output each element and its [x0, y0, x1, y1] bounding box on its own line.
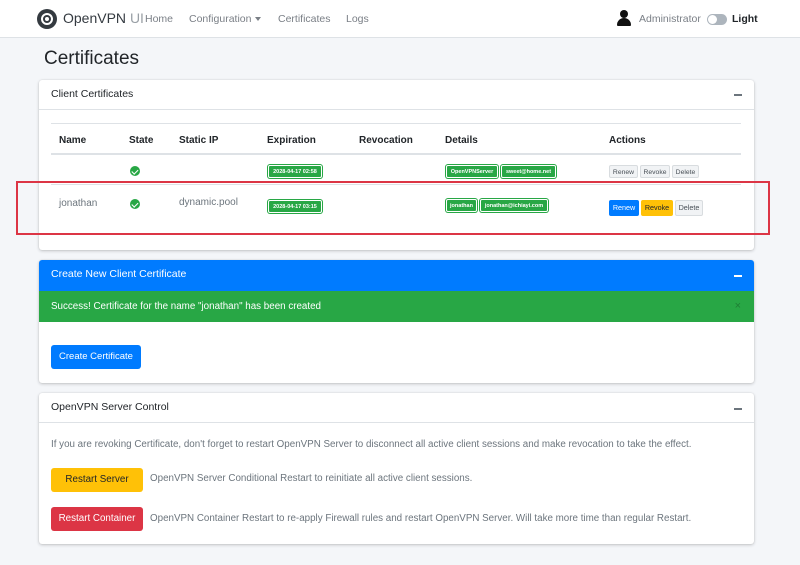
restart-container-button[interactable]: Restart Container: [51, 507, 143, 531]
revocation-note: If you are revoking Certificate, don't f…: [51, 439, 692, 450]
user-name[interactable]: Administrator: [639, 13, 701, 25]
brand-name[interactable]: OpenVPN UI: [63, 10, 144, 26]
client-certificates-title: Client Certificates: [51, 88, 134, 100]
restart-server-description: OpenVPN Server Conditional Restart to re…: [150, 473, 473, 484]
success-alert: Success! Certificate for the name "jonat…: [39, 291, 754, 322]
user-icon[interactable]: [617, 10, 631, 26]
create-certificate-card: Create New Client Certificate Success! C…: [39, 260, 754, 383]
details-cn-badge: OpenVPNServer: [446, 165, 498, 178]
theme-toggle[interactable]: [707, 14, 727, 25]
expiration-badge: 2028-04-17 02:58: [268, 165, 322, 178]
column-header-details: Details: [445, 135, 478, 146]
table-top-border: [51, 123, 741, 124]
card-header-divider: [39, 422, 754, 423]
nav-link-certificates[interactable]: Certificates: [278, 13, 331, 25]
openvpn-logo-icon[interactable]: [37, 9, 57, 29]
nav-link-home[interactable]: Home: [145, 13, 173, 25]
collapse-icon[interactable]: [734, 408, 742, 410]
top-navbar: OpenVPN UI Home Configuration Certificat…: [0, 0, 800, 38]
renew-button[interactable]: Renew: [609, 165, 638, 178]
column-header-expiration: Expiration: [267, 135, 316, 146]
create-certificate-button[interactable]: Create Certificate: [51, 345, 141, 369]
chevron-down-icon: [255, 17, 262, 22]
collapse-icon[interactable]: [734, 94, 742, 96]
restart-container-description: OpenVPN Container Restart to re-apply Fi…: [150, 513, 692, 524]
create-certificate-header: Create New Client Certificate: [39, 260, 754, 291]
table-header-divider: [51, 153, 741, 155]
close-icon[interactable]: ×: [735, 300, 741, 312]
page-title: Certificates: [44, 48, 140, 69]
column-header-name: Name: [59, 135, 87, 146]
server-control-title: OpenVPN Server Control: [51, 401, 169, 413]
restart-server-button[interactable]: Restart Server: [51, 468, 143, 492]
nav-link-configuration[interactable]: Configuration: [189, 13, 262, 25]
column-header-revocation: Revocation: [359, 135, 413, 146]
column-header-state: State: [129, 135, 154, 146]
highlight-box: [16, 181, 770, 235]
create-certificate-title: Create New Client Certificate: [51, 268, 187, 280]
details-email-badge: sweet@home.net: [501, 165, 556, 178]
delete-button[interactable]: Delete: [672, 165, 699, 178]
column-header-static-ip: Static IP: [179, 135, 219, 146]
revoke-button[interactable]: Revoke: [640, 165, 670, 178]
collapse-icon[interactable]: [734, 275, 742, 277]
valid-check-icon: [130, 166, 140, 176]
server-control-card: OpenVPN Server Control If you are revoki…: [39, 393, 754, 544]
success-message: Success! Certificate for the name "jonat…: [51, 301, 321, 312]
card-header-divider: [39, 109, 754, 110]
nav-link-logs[interactable]: Logs: [346, 13, 369, 25]
column-header-actions: Actions: [609, 135, 646, 146]
theme-toggle-label: Light: [732, 13, 758, 25]
